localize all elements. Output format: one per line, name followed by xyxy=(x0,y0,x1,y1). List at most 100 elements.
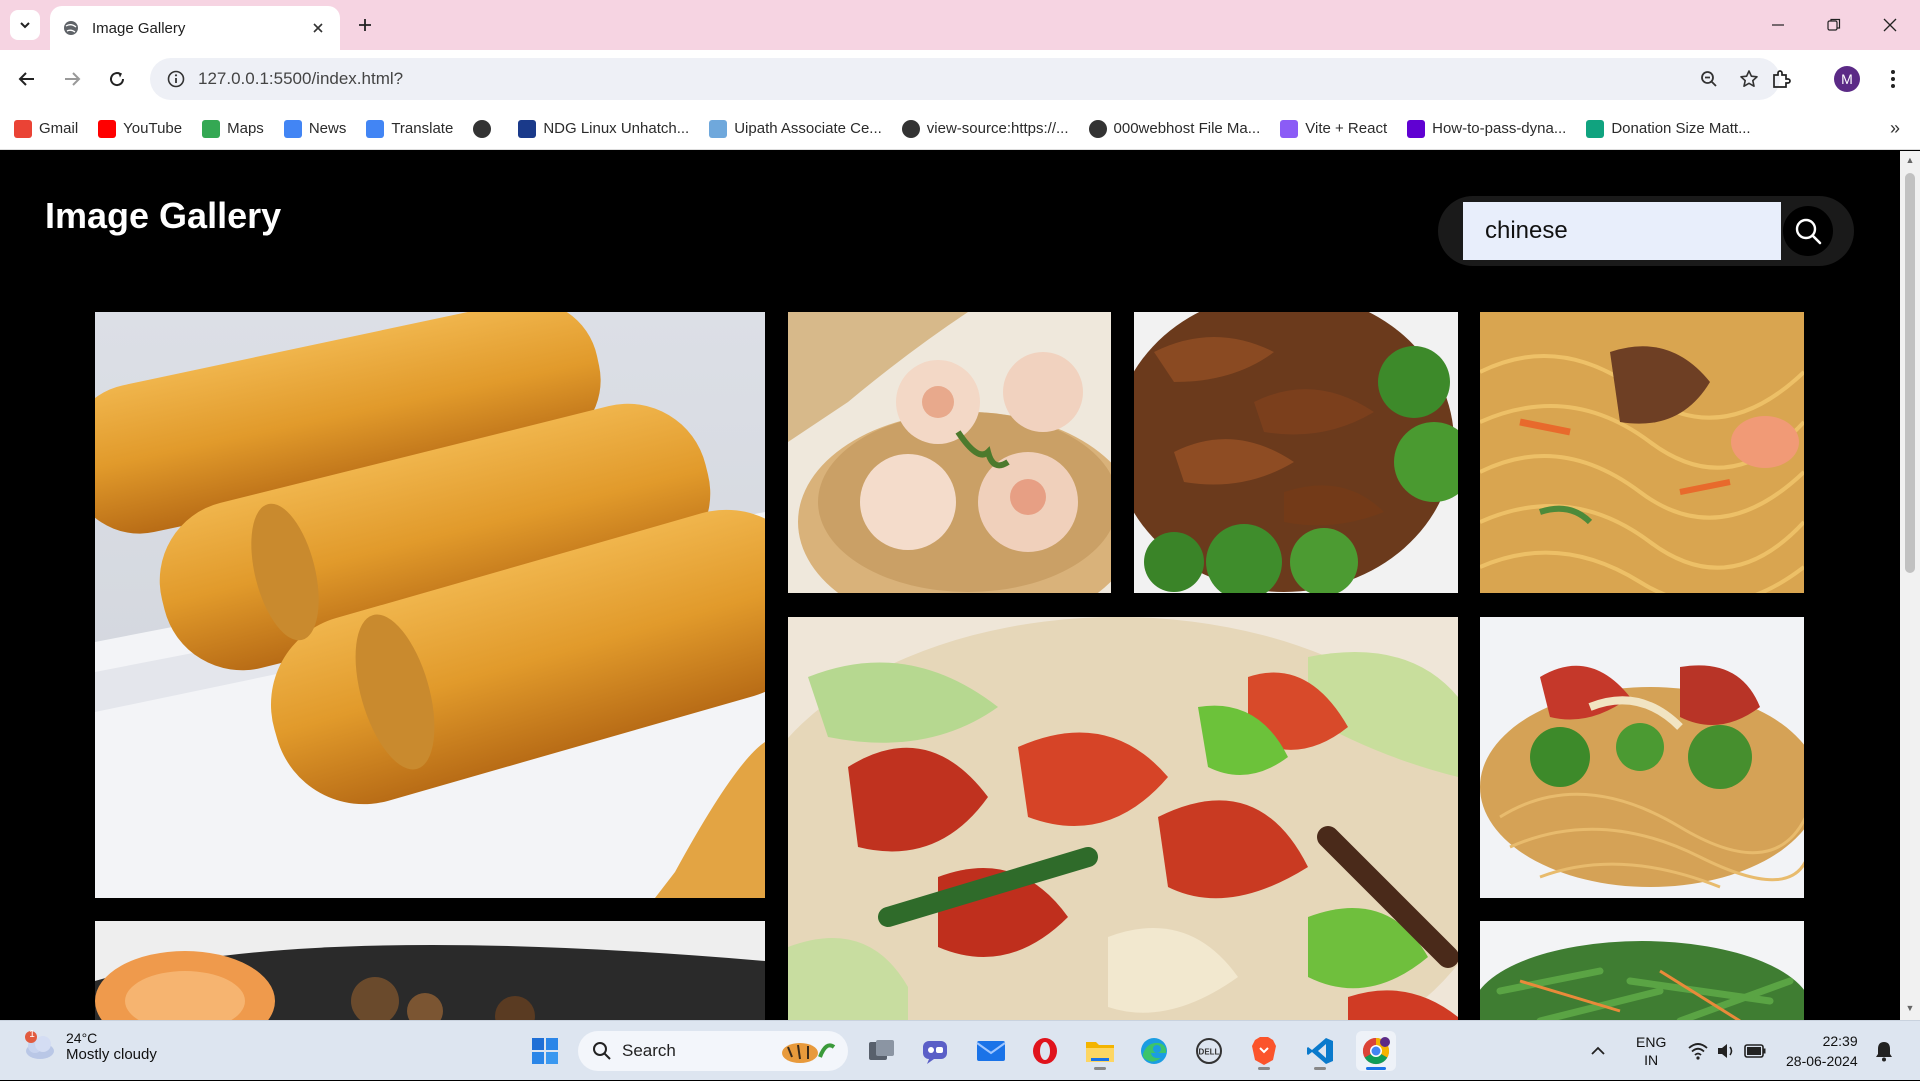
page-scrollbar[interactable]: ▲ ▼ xyxy=(1900,151,1920,1020)
teams-button[interactable] xyxy=(916,1031,956,1071)
show-hidden-icons[interactable] xyxy=(1590,1021,1606,1081)
news-icon xyxy=(283,119,302,138)
bookmark-item[interactable]: How-to-pass-dyna... xyxy=(1407,119,1566,138)
gallery-image-beef-broccoli[interactable] xyxy=(1134,312,1458,593)
chrome-button[interactable] xyxy=(1356,1031,1396,1071)
notification-bell-icon xyxy=(1876,1042,1892,1062)
site-info-icon[interactable] xyxy=(164,67,188,91)
scroll-thumb[interactable] xyxy=(1905,173,1915,573)
page-viewport: Image Gallery xyxy=(0,151,1900,1020)
bookmark-item[interactable]: NDG Linux Unhatch... xyxy=(518,119,689,138)
globe-icon xyxy=(901,119,920,138)
mail-icon xyxy=(976,1041,1006,1061)
mail-button[interactable] xyxy=(971,1031,1011,1071)
system-tray[interactable] xyxy=(1688,1021,1766,1081)
brave-button[interactable] xyxy=(1244,1031,1284,1071)
menu-button[interactable] xyxy=(1876,62,1910,96)
gallery-image-green-beans[interactable] xyxy=(1480,921,1804,1020)
close-tab-icon[interactable] xyxy=(308,18,328,38)
new-tab-button[interactable] xyxy=(352,12,378,38)
back-button[interactable] xyxy=(10,62,44,96)
ndg-icon xyxy=(518,119,537,138)
profile-button[interactable]: M xyxy=(1830,62,1864,96)
opera-button[interactable] xyxy=(1025,1031,1065,1071)
task-view-icon xyxy=(869,1040,894,1060)
bookmark-item[interactable] xyxy=(473,119,498,138)
globe-icon xyxy=(473,119,492,138)
windows-icon xyxy=(532,1038,558,1064)
tab-title: Image Gallery xyxy=(92,19,186,37)
edge-button[interactable] xyxy=(1134,1031,1174,1071)
url-text[interactable]: 127.0.0.1:5500/index.html? xyxy=(198,69,1692,89)
tab-search-button[interactable] xyxy=(10,10,40,40)
weather-temperature: 24°C xyxy=(66,1029,98,1046)
gallery-image-lo-mein[interactable] xyxy=(1480,312,1804,593)
scroll-up-arrow[interactable]: ▲ xyxy=(1904,155,1916,165)
bookmark-label: Translate xyxy=(391,120,454,137)
chrome-icon xyxy=(1362,1037,1390,1065)
close-icon xyxy=(1883,18,1897,32)
bookmark-label: 000webhost File Ma... xyxy=(1113,120,1261,137)
bookmark-label: Vite + React xyxy=(1305,120,1388,137)
bookmark-item[interactable]: Gmail xyxy=(14,119,78,138)
gallery-image-chow-mein[interactable] xyxy=(1480,617,1804,898)
youtube-icon xyxy=(98,119,117,138)
bookmark-item[interactable]: view-source:https://... xyxy=(901,119,1069,138)
globe-icon xyxy=(62,19,80,37)
taskbar-search[interactable]: Search xyxy=(578,1031,848,1071)
bookmark-label: view-source:https://... xyxy=(926,120,1069,137)
bookmark-star-icon[interactable] xyxy=(1732,62,1766,96)
close-window-button[interactable] xyxy=(1870,10,1910,40)
maps-icon xyxy=(202,119,221,138)
minimize-button[interactable] xyxy=(1758,10,1798,40)
notifications-button[interactable] xyxy=(1874,1021,1894,1081)
vscode-button[interactable] xyxy=(1300,1031,1340,1071)
bookmark-item[interactable]: Maps xyxy=(202,119,264,138)
dell-icon: DELL xyxy=(1196,1038,1222,1064)
file-explorer-button[interactable] xyxy=(1080,1031,1120,1071)
more-bookmarks-icon[interactable]: » xyxy=(1890,118,1900,139)
start-button[interactable] xyxy=(527,1033,563,1069)
svg-text:DELL: DELL xyxy=(1199,1048,1220,1057)
bookmark-item[interactable]: Translate xyxy=(366,119,454,138)
restore-button[interactable] xyxy=(1814,10,1854,40)
bookmark-item[interactable]: Vite + React xyxy=(1280,119,1388,138)
active-indicator xyxy=(1258,1067,1270,1070)
browser-toolbar: 127.0.0.1:5500/index.html? M xyxy=(0,50,1920,108)
dell-button[interactable]: DELL xyxy=(1189,1031,1229,1071)
active-indicator xyxy=(1094,1067,1106,1070)
weather-widget[interactable]: 1 24°C Mostly cloudy xyxy=(22,1029,157,1063)
search-button[interactable] xyxy=(1783,206,1833,256)
bookmark-item[interactable]: Uipath Associate Ce... xyxy=(709,119,882,138)
forward-button[interactable] xyxy=(55,62,89,96)
gallery-image-stir-fry[interactable] xyxy=(788,617,1458,1020)
weather-badge: 1 xyxy=(29,1029,35,1040)
bookmark-label: News xyxy=(308,120,347,137)
gallery-image-sauce-dish[interactable] xyxy=(95,921,765,1020)
language-indicator[interactable]: ENG IN xyxy=(1636,1021,1666,1081)
search-input[interactable] xyxy=(1463,202,1781,260)
cloud-icon: 1 xyxy=(22,1029,56,1063)
active-indicator xyxy=(1314,1067,1326,1070)
more-vertical-icon xyxy=(1891,70,1895,88)
task-view-button[interactable] xyxy=(862,1031,902,1071)
scroll-down-arrow[interactable]: ▼ xyxy=(1904,1003,1916,1013)
language-label: ENG xyxy=(1636,1034,1667,1050)
browser-tab[interactable]: Image Gallery xyxy=(50,6,340,50)
zoom-icon[interactable] xyxy=(1692,62,1726,96)
uipath-icon xyxy=(709,119,728,138)
restore-icon xyxy=(1827,18,1841,31)
folder-icon xyxy=(1086,1042,1114,1062)
globe-icon xyxy=(1088,119,1107,138)
page-title: Image Gallery xyxy=(45,195,282,236)
gallery-image-dim-sum[interactable] xyxy=(788,312,1111,593)
address-bar[interactable]: 127.0.0.1:5500/index.html? xyxy=(150,58,1780,100)
gallery-image-spring-rolls[interactable] xyxy=(95,312,765,898)
clock[interactable]: 22:39 28-06-2024 xyxy=(1786,1031,1858,1071)
bookmark-item[interactable]: News xyxy=(283,119,347,138)
bookmark-item[interactable]: 000webhost File Ma... xyxy=(1088,119,1261,138)
bookmark-item[interactable]: Donation Size Matt... xyxy=(1586,119,1751,138)
extensions-button[interactable] xyxy=(1764,62,1798,96)
bookmark-item[interactable]: YouTube xyxy=(98,119,182,138)
reload-button[interactable] xyxy=(100,62,134,96)
